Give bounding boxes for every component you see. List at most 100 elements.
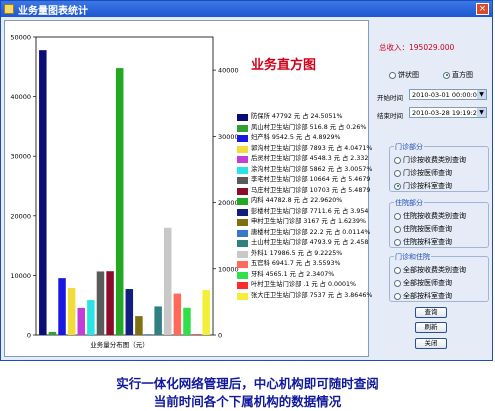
legend-item: 涂沟村卫生站门诊部 5862 元 占 3.0057% bbox=[237, 165, 372, 176]
stats-window: 业务量图表统计 × 0 10000 20000 30000 40000 50000 0 100… bbox=[0, 0, 493, 361]
chart-panel: 0 10000 20000 30000 40000 50000 0 10000 20000 300… bbox=[4, 20, 373, 357]
radio-dot bbox=[389, 71, 396, 79]
radio-outpatient-by-dept[interactable]: 门诊按科室查询 bbox=[394, 181, 452, 191]
end-time-input[interactable]: 2010-03-28 19:19:27 ▼ bbox=[409, 107, 487, 118]
inpatient-group: 住院部分 住院按收费类别查询 住院按医师查询 住院按科室查询 bbox=[389, 198, 489, 248]
legend-swatch bbox=[237, 177, 248, 184]
legend-label: 后灵村卫生站门诊部 4548.3 元 占 2.332 bbox=[251, 155, 369, 162]
radio-inpatient-by-doctor[interactable]: 住院按医师查询 bbox=[394, 224, 452, 234]
legend-swatch bbox=[237, 208, 248, 216]
legend-label: 土山村卫生站门诊部 4793.9 元 占 2.458 bbox=[251, 239, 369, 246]
bar-8 bbox=[106, 271, 114, 335]
radio-pie-chart[interactable]: 饼状图 bbox=[389, 70, 419, 80]
combined-group: 门诊和住院 全部按收费类别查询 全部按医师查询 全部按科室查询 bbox=[389, 252, 489, 302]
end-time-label: 结束时间 bbox=[377, 112, 403, 120]
start-time-input[interactable]: 2010-03-01 00:00:00 ▼ bbox=[409, 89, 487, 100]
radio-inpatient-by-fee[interactable]: 住院按收费类别查询 bbox=[394, 211, 466, 221]
legend-label: 申村卫生站门诊部 3167 元 占 1.6239% bbox=[251, 218, 367, 225]
legend-item: 叶村卫生站门诊部 .1 元 占 0.0001% bbox=[237, 280, 372, 291]
legend-swatch bbox=[237, 124, 248, 132]
title-bar: 业务量图表统计 × bbox=[1, 1, 492, 17]
legend-label: 彭楼村卫生站门诊部 7711.6 元 占 3.954 bbox=[251, 207, 369, 215]
legend-swatch bbox=[237, 271, 248, 279]
legend-swatch bbox=[237, 198, 248, 205]
query-button[interactable]: 查询 bbox=[415, 307, 447, 318]
radio-all-by-fee[interactable]: 全部按收费类别查询 bbox=[394, 265, 466, 275]
legend-item: 郭沟村卫生站门诊部 7893 元 占 4.0471% bbox=[237, 144, 372, 155]
legend-label: 张大庄卫生站门诊部 7537 元 占 3.8646% bbox=[251, 291, 373, 299]
legend-item: 土山村卫生站门诊部 4793.9 元 占 2.458 bbox=[237, 238, 372, 249]
close-button[interactable]: 关闭 bbox=[415, 338, 447, 349]
bar-10 bbox=[125, 289, 134, 335]
legend-item: 牙科 4565.1 元 占 2.3407% bbox=[237, 270, 372, 281]
caption-line-1: 实行一体化网络管理后，中心机构即可随时查阅 bbox=[116, 376, 379, 391]
bar-3 bbox=[58, 278, 66, 335]
radio-outpatient-by-fee[interactable]: 门诊按收费类别查询 bbox=[394, 155, 466, 165]
bar-15 bbox=[173, 293, 182, 335]
legend-swatch bbox=[237, 240, 248, 247]
inpatient-group-title: 住院部分 bbox=[394, 198, 424, 208]
legend-item: 李宅村卫生站门诊部 10664 元 占 5.4679 bbox=[237, 175, 372, 186]
legend-swatch bbox=[237, 187, 248, 195]
legend-label: 牙科 4565.1 元 占 2.3407% bbox=[251, 270, 335, 278]
legend-item: 防保所 47792 元 占 24.5051% bbox=[237, 112, 372, 123]
bar-14 bbox=[164, 227, 172, 335]
left-tick-label: 50000 bbox=[10, 34, 31, 42]
left-tick-label: 40000 bbox=[10, 93, 31, 101]
outpatient-group: 门诊部分 门诊按收费类别查询 门诊按医师查询 门诊按科室查询 bbox=[389, 142, 489, 192]
window-title: 业务量图表统计 bbox=[18, 6, 88, 17]
right-tick-label: 10000 bbox=[218, 265, 239, 273]
bar-12 bbox=[144, 334, 153, 335]
radio-all-by-dept[interactable]: 全部按科室查询 bbox=[394, 291, 452, 301]
bar-7 bbox=[96, 271, 105, 335]
legend-label: 外科1 17986.5 元 占 9.2225% bbox=[251, 249, 343, 257]
legend-swatch bbox=[237, 261, 248, 268]
chevron-down-icon[interactable]: ▼ bbox=[477, 90, 486, 99]
bar-16 bbox=[183, 307, 191, 335]
legend-swatch bbox=[237, 292, 248, 300]
bar-13 bbox=[154, 306, 162, 335]
radio-bar-chart[interactable]: 直方图 bbox=[443, 70, 473, 80]
start-time-label: 开始时间 bbox=[377, 94, 403, 102]
legend-label: 妇产科 9542.5 元 占 4.8929% bbox=[251, 134, 341, 141]
legend-swatch bbox=[237, 166, 248, 174]
legend-swatch bbox=[237, 219, 248, 226]
refresh-button[interactable]: 刷新 bbox=[415, 322, 447, 333]
legend-label: 李宅村卫生站门诊部 10664 元 占 5.4679 bbox=[251, 176, 371, 183]
legend-label: 防保所 47792 元 占 24.5051% bbox=[251, 113, 343, 120]
chart-title: 业务直方图 bbox=[251, 58, 317, 73]
legend-item: 后灵村卫生站门诊部 4548.3 元 占 2.332 bbox=[237, 154, 372, 165]
legend-item: 内科 44782.8 元 占 22.9620% bbox=[237, 196, 372, 207]
bar-17 bbox=[192, 334, 201, 335]
legend-item: 彭楼村卫生站门诊部 7711.6 元 占 3.954 bbox=[237, 207, 372, 218]
outpatient-group-title: 门诊部分 bbox=[394, 142, 424, 152]
chevron-down-icon[interactable]: ▼ bbox=[477, 108, 486, 117]
combined-group-title: 门诊和住院 bbox=[394, 252, 431, 262]
close-window-button[interactable]: × bbox=[476, 3, 489, 15]
legend-item: 凤山村卫生站门诊部 516.8 元 占 0.26% bbox=[237, 123, 372, 134]
radio-dot-selected bbox=[443, 71, 450, 79]
x-axis-label: 业务量分布图（元） bbox=[90, 340, 149, 349]
legend-item: 外科1 17986.5 元 占 9.2225% bbox=[237, 249, 372, 260]
legend-label: 五官科 6941.7 元 占 3.5593% bbox=[251, 260, 341, 267]
legend-item: 妇产科 9542.5 元 占 4.8929% bbox=[237, 133, 372, 144]
caption-line-2: 当前时间各个下属机构的数据情况 bbox=[153, 394, 342, 409]
radio-outpatient-by-doctor[interactable]: 门诊按医师查询 bbox=[394, 168, 452, 178]
radio-inpatient-by-dept[interactable]: 住院按科室查询 bbox=[394, 237, 452, 247]
legend-item: 唐楼村卫生站门诊部 22.2 元 占 0.0114% bbox=[237, 228, 372, 239]
legend-swatch bbox=[237, 135, 248, 142]
legend-label: 马庄村卫生站门诊部 10703 元 占 5.4879 bbox=[251, 186, 371, 194]
bar-5 bbox=[77, 307, 85, 335]
radio-all-by-doctor[interactable]: 全部按医师查询 bbox=[394, 278, 452, 288]
legend-swatch bbox=[237, 282, 248, 289]
legend-label: 凤山村卫生站门诊部 516.8 元 占 0.26% bbox=[251, 123, 367, 131]
right-tick-label: 0 bbox=[218, 332, 222, 340]
right-tick-label: 40000 bbox=[218, 67, 239, 75]
legend-label: 叶村卫生站门诊部 .1 元 占 0.0001% bbox=[251, 281, 356, 288]
left-tick-label: 10000 bbox=[10, 272, 31, 280]
legend-label: 涂沟村卫生站门诊部 5862 元 占 3.0057% bbox=[251, 165, 373, 173]
control-panel: 总收入：195029.000 饼状图 直方图 开始时间 2010-03-01 0… bbox=[373, 20, 491, 357]
legend-label: 郭沟村卫生站门诊部 7893 元 占 4.0471% bbox=[251, 144, 373, 152]
legend-label: 唐楼村卫生站门诊部 22.2 元 占 0.0114% bbox=[251, 228, 371, 236]
legend-item: 申村卫生站门诊部 3167 元 占 1.6239% bbox=[237, 217, 372, 228]
